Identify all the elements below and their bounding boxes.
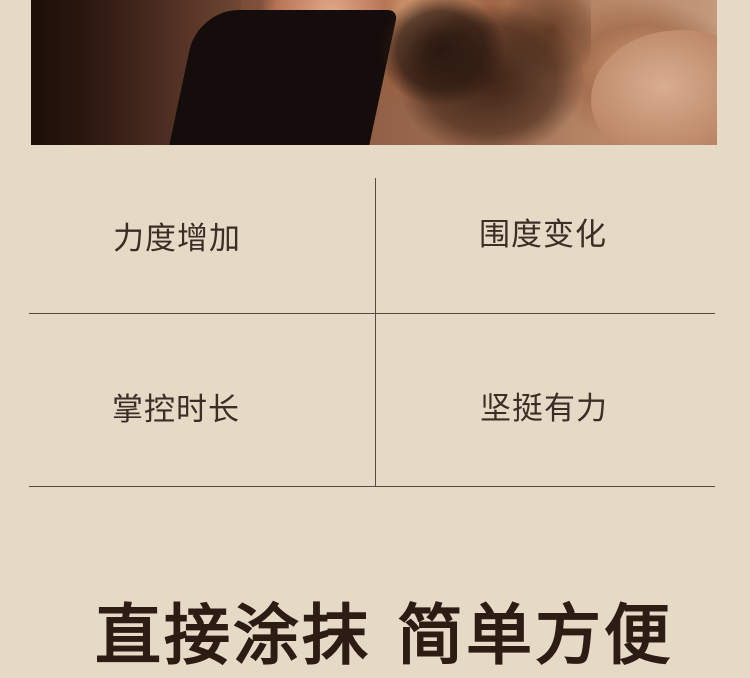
photo-hair: [321, 0, 591, 145]
grid-divider-vertical: [375, 178, 376, 487]
feature-strength: 力度增加: [113, 221, 241, 257]
hero-photo: [31, 0, 717, 145]
grid-divider-horizontal-bottom: [29, 486, 715, 487]
feature-duration: 掌控时长: [112, 392, 240, 428]
feature-girth: 围度变化: [479, 217, 607, 253]
slogan-heading: 直接涂抹 简单方便: [95, 597, 673, 674]
feature-firmness: 坚挺有力: [480, 391, 608, 427]
photo-shoulder: [591, 30, 717, 145]
grid-divider-horizontal-middle: [29, 313, 715, 314]
